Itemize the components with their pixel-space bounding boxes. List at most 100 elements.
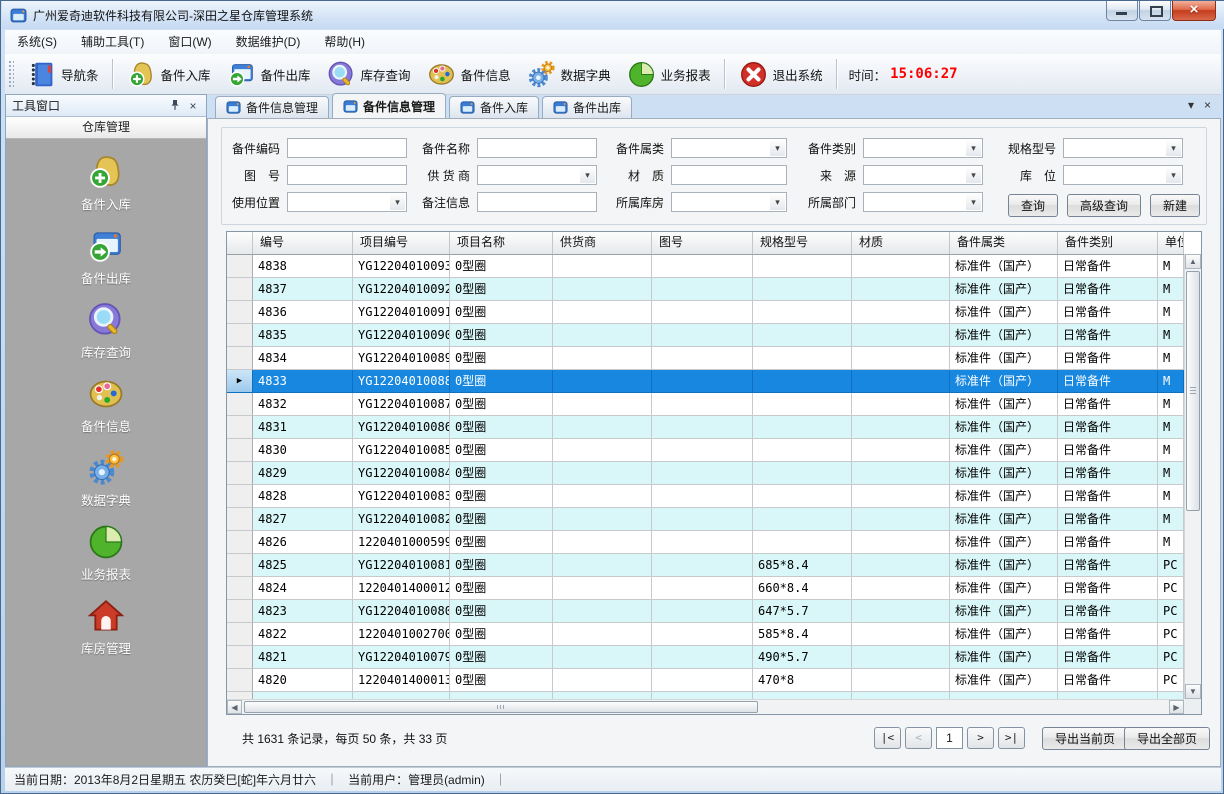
sidebar-item[interactable]: 备件出库 — [6, 227, 206, 287]
toolbar-button[interactable]: 备件入库 — [119, 58, 219, 91]
table-cell: 1220401400012 — [353, 577, 450, 600]
filter-button[interactable]: 新建 — [1150, 194, 1200, 217]
tab[interactable]: 备件入库 — [449, 96, 539, 118]
filter-input[interactable] — [287, 138, 407, 158]
menu-bar: 系统(S)辅助工具(T)窗口(W)数据维护(D)帮助(H) — [5, 30, 1221, 55]
first-page-button[interactable]: |< — [874, 727, 901, 749]
tab-list-chevron-icon[interactable]: ▾ — [1188, 98, 1194, 112]
sidebar-item[interactable]: 备件信息 — [6, 375, 206, 435]
menu-item[interactable]: 帮助(H) — [312, 30, 377, 54]
sidebar-item[interactable]: 备件入库 — [6, 153, 206, 213]
table-row[interactable]: 482212204010027000型圈585*8.4标准件（国产）日常备件PC — [227, 623, 1184, 646]
toolbar-button[interactable]: 数据字典 — [519, 58, 619, 91]
filter-input[interactable] — [287, 165, 407, 185]
filter-input[interactable] — [671, 165, 787, 185]
maximize-button[interactable] — [1139, 1, 1171, 21]
row-indicator — [227, 416, 253, 439]
horizontal-scrollbar[interactable]: ◀ ▶ — [227, 699, 1184, 714]
table-row[interactable]: 4837YG122040100920型圈标准件（国产）日常备件M — [227, 278, 1184, 301]
filter-select[interactable]: ▾ — [863, 138, 983, 158]
table-header-cell[interactable]: 单位 — [1158, 232, 1184, 254]
tab[interactable]: 备件信息管理 — [332, 93, 446, 118]
filter-select[interactable]: ▾ — [1063, 165, 1183, 185]
toolbar-button[interactable]: 业务报表 — [619, 58, 719, 91]
close-panel-icon[interactable]: × — [186, 99, 200, 113]
sidebar-item[interactable]: 业务报表 — [6, 523, 206, 583]
horizontal-scroll-thumb[interactable] — [244, 701, 758, 713]
sidebar-item[interactable]: 库房管理 — [6, 597, 206, 657]
table-row[interactable]: 4825YG122040100810型圈685*8.4标准件（国产）日常备件PC — [227, 554, 1184, 577]
table-header-cell[interactable]: 规格型号 — [753, 232, 852, 254]
filter-button[interactable]: 查询 — [1008, 194, 1058, 217]
table-row[interactable]: 4829YG122040100840型圈标准件（国产）日常备件M — [227, 462, 1184, 485]
table-row[interactable]: 4834YG122040100890型圈标准件（国产）日常备件M — [227, 347, 1184, 370]
last-page-button[interactable]: >| — [998, 727, 1025, 749]
table-header-cell[interactable] — [227, 232, 253, 254]
table-row[interactable]: 4831YG122040100860型圈标准件（国产）日常备件M — [227, 416, 1184, 439]
export-current-page-button[interactable]: 导出当前页 — [1042, 727, 1128, 750]
toolbar-button[interactable]: 退出系统 — [731, 58, 831, 91]
toolbar-button[interactable]: 备件出库 — [219, 58, 319, 91]
sidebar-item[interactable]: 数据字典 — [6, 449, 206, 509]
filter-select[interactable]: ▾ — [287, 192, 407, 212]
table-row[interactable]: 4823YG122040100800型圈647*5.7标准件（国产）日常备件PC — [227, 600, 1184, 623]
table-header-cell[interactable]: 备件类别 — [1058, 232, 1158, 254]
table-header-cell[interactable]: 编号 — [253, 232, 353, 254]
table-row[interactable]: 4828YG122040100830型圈标准件（国产）日常备件M — [227, 485, 1184, 508]
table-header-cell[interactable]: 项目名称 — [450, 232, 553, 254]
filter-select[interactable]: ▾ — [671, 138, 787, 158]
scroll-left-icon[interactable]: ◀ — [227, 700, 242, 714]
table-row[interactable]: 4836YG122040100910型圈标准件（国产）日常备件M — [227, 301, 1184, 324]
filter-input[interactable] — [477, 192, 597, 212]
table-row[interactable]: 4830YG122040100850型圈标准件（国产）日常备件M — [227, 439, 1184, 462]
menu-item[interactable]: 系统(S) — [5, 30, 69, 54]
menu-item[interactable]: 窗口(W) — [156, 30, 223, 54]
tab[interactable]: 备件出库 — [542, 96, 632, 118]
table-cell: M — [1158, 278, 1184, 301]
table-header-cell[interactable]: 供货商 — [553, 232, 652, 254]
toolbar-button[interactable]: 库存查询 — [319, 58, 419, 91]
table-row[interactable]: 482412204014000120型圈660*8.4标准件（国产）日常备件PC — [227, 577, 1184, 600]
table-row[interactable]: 4838YG122040100930型圈标准件（国产）日常备件M — [227, 255, 1184, 278]
table-row[interactable]: 4821YG122040100790型圈490*5.7标准件（国产）日常备件PC — [227, 646, 1184, 669]
table-row[interactable]: 4835YG122040100900型圈标准件（国产）日常备件M — [227, 324, 1184, 347]
minimize-button[interactable] — [1106, 1, 1138, 21]
toolbar-button[interactable]: 备件信息 — [419, 58, 519, 91]
table-row[interactable]: 482012204014000130型圈470*8标准件（国产）日常备件PC — [227, 669, 1184, 692]
filter-button[interactable]: 高级查询 — [1067, 194, 1141, 217]
menu-item[interactable]: 辅助工具(T) — [69, 30, 156, 54]
filter-select[interactable]: ▾ — [863, 192, 983, 212]
close-button[interactable] — [1172, 1, 1216, 21]
pin-icon[interactable] — [168, 99, 182, 113]
toolbar-button-label: 导航条 — [61, 65, 99, 84]
tab[interactable]: 备件信息管理 — [215, 96, 329, 118]
table-header-cell[interactable]: 备件属类 — [950, 232, 1058, 254]
tab-close-icon[interactable]: × — [1204, 98, 1211, 112]
table-header-cell[interactable]: 材质 — [852, 232, 950, 254]
scroll-down-icon[interactable]: ▼ — [1185, 684, 1201, 699]
sidebar-section-header[interactable]: 仓库管理 — [6, 117, 206, 139]
scroll-right-icon[interactable]: ▶ — [1169, 700, 1184, 714]
vertical-scroll-thumb[interactable] — [1186, 271, 1200, 511]
vertical-scrollbar[interactable]: ▲ ▼ — [1184, 254, 1201, 699]
export-all-pages-button[interactable]: 导出全部页 — [1124, 727, 1210, 750]
sidebar-item[interactable]: 库存查询 — [6, 301, 206, 361]
table-row[interactable]: ▶4833YG122040100880型圈标准件（国产）日常备件M — [227, 370, 1184, 393]
filter-input[interactable] — [477, 138, 597, 158]
filter-select[interactable]: ▾ — [863, 165, 983, 185]
prev-page-button[interactable]: < — [905, 727, 932, 749]
menu-item[interactable]: 数据维护(D) — [224, 30, 313, 54]
table-row[interactable]: 4827YG122040100820型圈标准件（国产）日常备件M — [227, 508, 1184, 531]
filter-select[interactable]: ▾ — [1063, 138, 1183, 158]
table-row[interactable]: 4832YG122040100870型圈标准件（国产）日常备件M — [227, 393, 1184, 416]
table-header-cell[interactable]: 图号 — [652, 232, 753, 254]
filter-select[interactable]: ▾ — [671, 192, 787, 212]
toolbar-grip[interactable] — [8, 60, 14, 88]
filter-select[interactable]: ▾ — [477, 165, 597, 185]
table-row[interactable]: 482612204010005990型圈标准件（国产）日常备件M — [227, 531, 1184, 554]
page-number-input[interactable]: 1 — [936, 727, 963, 749]
next-page-button[interactable]: > — [967, 727, 994, 749]
scroll-up-icon[interactable]: ▲ — [1185, 254, 1201, 269]
table-header-cell[interactable]: 项目编号 — [353, 232, 450, 254]
toolbar-button[interactable]: 导航条 — [19, 58, 107, 91]
